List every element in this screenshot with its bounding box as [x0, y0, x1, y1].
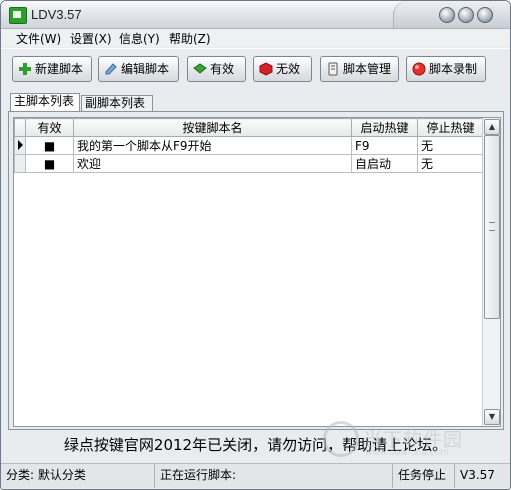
window-title: LDV3.57: [31, 7, 82, 22]
x-icon: [259, 62, 273, 76]
row-script-name-cell[interactable]: 我的第一个脚本从F9开始: [73, 136, 352, 155]
script-manage-label: 脚本管理: [343, 62, 392, 76]
row-start-hotkey-cell[interactable]: 自启动: [351, 154, 418, 173]
status-category: 分类: 默认分类: [1, 464, 155, 488]
row-selected-arrow-icon: [14, 136, 26, 155]
menu-info[interactable]: 信息(Y): [119, 30, 160, 47]
script-table: 有效 按键脚本名 启动热键 停止热键 ■ 我的第一个脚本从F9开始 F9 无 ■…: [14, 118, 484, 173]
status-running-script: 正在运行脚本:: [155, 464, 393, 488]
row-enabled-cell[interactable]: ■: [25, 154, 74, 173]
row-start-hotkey-cell[interactable]: F9: [351, 136, 418, 155]
tab-main-scripts[interactable]: 主脚本列表: [10, 93, 80, 111]
row-indicator: [14, 154, 26, 173]
header-enabled[interactable]: 有效: [25, 118, 74, 137]
watermark-url: www.downxia.com: [365, 448, 449, 458]
header-script-name[interactable]: 按键脚本名: [73, 118, 352, 137]
menu-settings[interactable]: 设置(X): [70, 30, 112, 47]
pencil-icon: [105, 63, 117, 75]
scroll-thumb[interactable]: [484, 135, 500, 319]
maximize-icon[interactable]: [458, 7, 474, 23]
watermark-logo-icon: [323, 421, 359, 457]
new-script-label: 新建脚本: [35, 62, 84, 76]
menu-help[interactable]: 帮助(Z): [169, 30, 211, 47]
toolbar: 新建脚本 编辑脚本 有效 无效 脚本管理 脚本录制: [1, 48, 510, 89]
check-icon: [193, 63, 207, 74]
script-record-label: 脚本录制: [429, 62, 478, 76]
status-task: 任务停止: [393, 464, 455, 488]
new-script-button[interactable]: 新建脚本: [12, 56, 92, 82]
row-stop-hotkey-cell[interactable]: 无: [417, 136, 484, 155]
app-window: LDV3.57 文件(W) 设置(X) 信息(Y) 帮助(Z) 新建脚本 编辑脚…: [0, 0, 511, 490]
script-grid: 有效 按键脚本名 启动热键 停止热键 ■ 我的第一个脚本从F9开始 F9 无 ■…: [13, 117, 501, 427]
valid-button[interactable]: 有效: [187, 56, 246, 82]
vertical-scrollbar[interactable]: ▲ ▼: [482, 118, 500, 426]
script-record-button[interactable]: 脚本录制: [406, 56, 486, 82]
row-stop-hotkey-cell[interactable]: 无: [417, 154, 484, 173]
edit-script-button[interactable]: 编辑脚本: [98, 56, 179, 82]
scroll-up-icon[interactable]: ▲: [484, 119, 500, 135]
edit-script-label: 编辑脚本: [121, 62, 170, 76]
status-bar: 分类: 默认分类 正在运行脚本: 任务停止 V3.57: [1, 463, 510, 488]
script-manage-button[interactable]: 脚本管理: [320, 56, 399, 82]
header-start-hotkey[interactable]: 启动热键: [351, 118, 418, 137]
status-version: V3.57: [460, 468, 495, 482]
table-row[interactable]: ■ 我的第一个脚本从F9开始 F9 无: [14, 136, 484, 155]
script-list-panel: 有效 按键脚本名 启动热键 停止热键 ■ 我的第一个脚本从F9开始 F9 无 ■…: [8, 111, 504, 430]
valid-label: 有效: [210, 62, 235, 76]
row-script-name-cell[interactable]: 欢迎: [73, 154, 352, 173]
window-controls: [393, 1, 510, 28]
app-icon: [9, 7, 27, 24]
invalid-button[interactable]: 无效: [253, 56, 312, 82]
table-header: 有效 按键脚本名 启动热键 停止热键: [14, 118, 484, 137]
close-icon[interactable]: [477, 7, 493, 23]
menu-bar: 文件(W) 设置(X) 信息(Y) 帮助(Z): [1, 29, 510, 47]
tab-sub-scripts[interactable]: 副脚本列表: [81, 95, 153, 111]
title-bar[interactable]: LDV3.57: [1, 1, 510, 29]
invalid-label: 无效: [276, 62, 301, 76]
row-enabled-cell[interactable]: ■: [25, 136, 74, 155]
minimize-icon[interactable]: [439, 7, 455, 23]
header-indicator: [14, 118, 26, 137]
header-stop-hotkey[interactable]: 停止热键: [417, 118, 484, 137]
table-row[interactable]: ■ 欢迎 自启动 无: [14, 154, 484, 173]
plus-icon: [19, 63, 31, 75]
menu-file[interactable]: 文件(W): [16, 30, 61, 47]
record-icon: [412, 62, 426, 76]
folder-icon: [328, 62, 338, 76]
watermark: 当下软件园 www.downxia.com: [323, 421, 493, 461]
